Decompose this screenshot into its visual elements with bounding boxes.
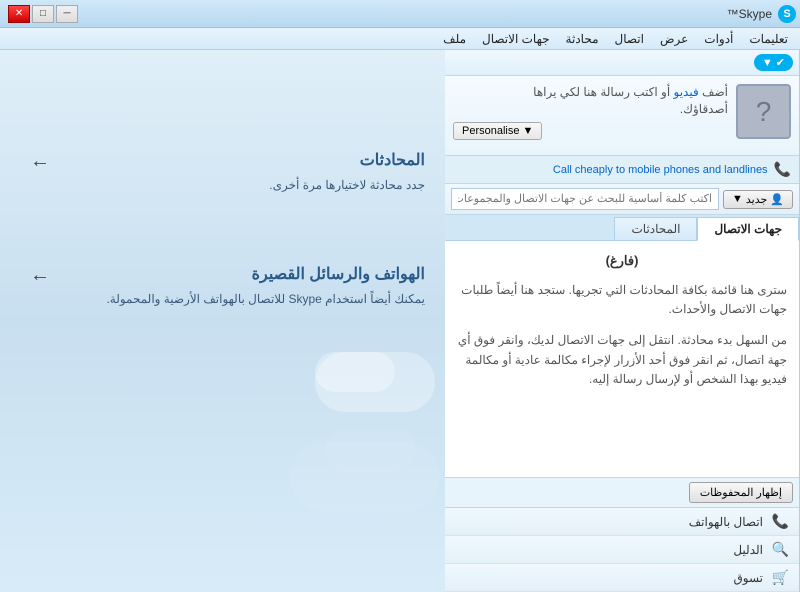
phones-section-title: الهواتف والرسائل القصيرة bbox=[60, 264, 425, 284]
empty-desc1: ستری هنا قائمة بكافة المحادثات التي تجري… bbox=[457, 281, 787, 319]
close-button[interactable]: ✕ bbox=[8, 5, 30, 23]
nav-item-directory[interactable]: 🔍 الدليل bbox=[445, 536, 799, 564]
status-icon: ✔ bbox=[776, 56, 785, 69]
empty-desc2-part1: من السهل بدء محادثة. انتقل إلى bbox=[625, 333, 787, 347]
right-section-conversations-content: المحادثات جدد محادثة لاختيارها مرة أخرى. bbox=[60, 150, 425, 194]
personalise-button[interactable]: Personalise ▼ bbox=[453, 122, 542, 140]
search-nav-icon: 🔍 bbox=[771, 541, 789, 558]
phone-nav-icon: 📞 bbox=[771, 513, 789, 530]
left-panel: ✔ ▼ ? أضف فيديو أو اكتب رسالة هنا لكي ير… bbox=[445, 50, 800, 592]
status-dropdown[interactable]: ✔ ▼ bbox=[754, 54, 793, 71]
bottom-nav: 📞 اتصال بالهواتف 🔍 الدليل 🛒 تسوق bbox=[445, 507, 799, 592]
nav-shop-label: تسوق bbox=[733, 571, 763, 585]
empty-title: (فارغ) bbox=[457, 253, 787, 269]
nav-item-call[interactable]: 📞 اتصال بالهواتف bbox=[445, 508, 799, 536]
conversations-arrow-icon: ← bbox=[20, 150, 60, 173]
menu-help[interactable]: تعليمات bbox=[741, 30, 796, 48]
menu-view[interactable]: عرض bbox=[652, 30, 696, 48]
phones-section-text: يمكنك أيضاً استخدام Skype للاتصال بالهوا… bbox=[60, 290, 425, 308]
person-add-icon: 👤 bbox=[770, 193, 784, 206]
right-panel: المحادثات جدد محادثة لاختيارها مرة أخرى.… bbox=[0, 50, 445, 592]
right-section-phones-content: الهواتف والرسائل القصيرة يمكنك أيضاً است… bbox=[60, 264, 425, 308]
profile-video-link[interactable]: فيديو bbox=[674, 85, 699, 99]
personalise-chevron-icon: ▼ bbox=[522, 125, 533, 137]
chevron-down-icon: ▼ bbox=[762, 57, 773, 69]
empty-desc2: من السهل بدء محادثة. انتقل إلى جهات الات… bbox=[457, 331, 787, 389]
minimize-button[interactable]: ─ bbox=[56, 5, 78, 23]
shop-nav-icon: 🛒 bbox=[771, 569, 789, 586]
nav-item-shop[interactable]: 🛒 تسوق bbox=[445, 564, 799, 592]
avatar: ? bbox=[736, 84, 791, 139]
main-container: ✔ ▼ ? أضف فيديو أو اكتب رسالة هنا لكي ير… bbox=[0, 50, 800, 592]
call-promo: 📞 Call cheaply to mobile phones and land… bbox=[445, 156, 799, 184]
tabs: جهات الاتصال المحادثات bbox=[445, 215, 799, 241]
right-section-conversations: المحادثات جدد محادثة لاختيارها مرة أخرى.… bbox=[20, 150, 425, 194]
search-bar: 👤 جديد ▼ bbox=[445, 184, 799, 215]
tab-contacts[interactable]: جهات الاتصال bbox=[697, 217, 799, 241]
profile-message-part1: أضف bbox=[699, 85, 728, 99]
titlebar-left: S Skype™ bbox=[727, 5, 796, 23]
search-input[interactable] bbox=[451, 188, 719, 210]
conversations-section-text: جدد محادثة لاختيارها مرة أخرى. bbox=[60, 176, 425, 194]
nav-call-label: اتصال بالهواتف bbox=[689, 515, 763, 529]
status-bar: ✔ ▼ bbox=[445, 50, 799, 76]
maximize-button[interactable]: □ bbox=[32, 5, 54, 23]
app-title: Skype™ bbox=[727, 7, 772, 21]
tab-contacts-label: جهات الاتصال bbox=[714, 222, 782, 236]
menu-contacts[interactable]: جهات الاتصال bbox=[474, 30, 558, 48]
profile-message-part2: أو اكتب رسالة هنا لكي يراها bbox=[533, 85, 673, 99]
profile-area: ? أضف فيديو أو اكتب رسالة هنا لكي يراها … bbox=[445, 76, 799, 156]
profile-message: أضف فيديو أو اكتب رسالة هنا لكي يراها أص… bbox=[453, 84, 728, 118]
new-button[interactable]: 👤 جديد ▼ bbox=[723, 190, 793, 209]
call-promo-link[interactable]: Call cheaply to mobile phones and landli… bbox=[553, 164, 768, 176]
conversations-section-title: المحادثات bbox=[60, 150, 425, 170]
skype-logo-icon: S bbox=[778, 5, 796, 23]
right-section-phones: الهواتف والرسائل القصيرة يمكنك أيضاً است… bbox=[20, 264, 425, 308]
phones-arrow-icon: ← bbox=[20, 264, 60, 287]
menu-file[interactable]: ملف bbox=[435, 30, 474, 48]
menu-conversation[interactable]: محادثة bbox=[558, 30, 607, 48]
titlebar-controls: ─ □ ✕ bbox=[8, 5, 78, 23]
show-saved-button[interactable]: إظهار المحفوظات bbox=[689, 482, 793, 503]
new-button-label: جديد bbox=[746, 193, 767, 206]
personalise-label: Personalise bbox=[462, 125, 519, 137]
titlebar: S Skype™ ─ □ ✕ bbox=[0, 0, 800, 28]
nav-directory-label: الدليل bbox=[733, 543, 763, 557]
profile-right: أضف فيديو أو اكتب رسالة هنا لكي يراها أص… bbox=[453, 84, 728, 140]
tab-conversations[interactable]: المحادثات bbox=[614, 217, 697, 240]
menubar: تعليمات أدوات عرض اتصال محادثة جهات الات… bbox=[0, 28, 800, 50]
contacts-link[interactable]: جهات الاتصال bbox=[558, 333, 626, 347]
new-btn-chevron-icon: ▼ bbox=[732, 193, 743, 205]
content-area: (فارغ) ستری هنا قائمة بكافة المحادثات ال… bbox=[445, 241, 799, 477]
menu-tools[interactable]: أدوات bbox=[696, 30, 741, 48]
menu-call[interactable]: اتصال bbox=[607, 30, 652, 48]
bottom-bar: إظهار المحفوظات bbox=[445, 477, 799, 507]
phone-icon: 📞 bbox=[774, 161, 791, 178]
profile-message-part3: أصدقاؤك. bbox=[680, 102, 728, 116]
tab-conversations-label: المحادثات bbox=[631, 222, 680, 236]
avatar-question-icon: ? bbox=[756, 96, 772, 128]
